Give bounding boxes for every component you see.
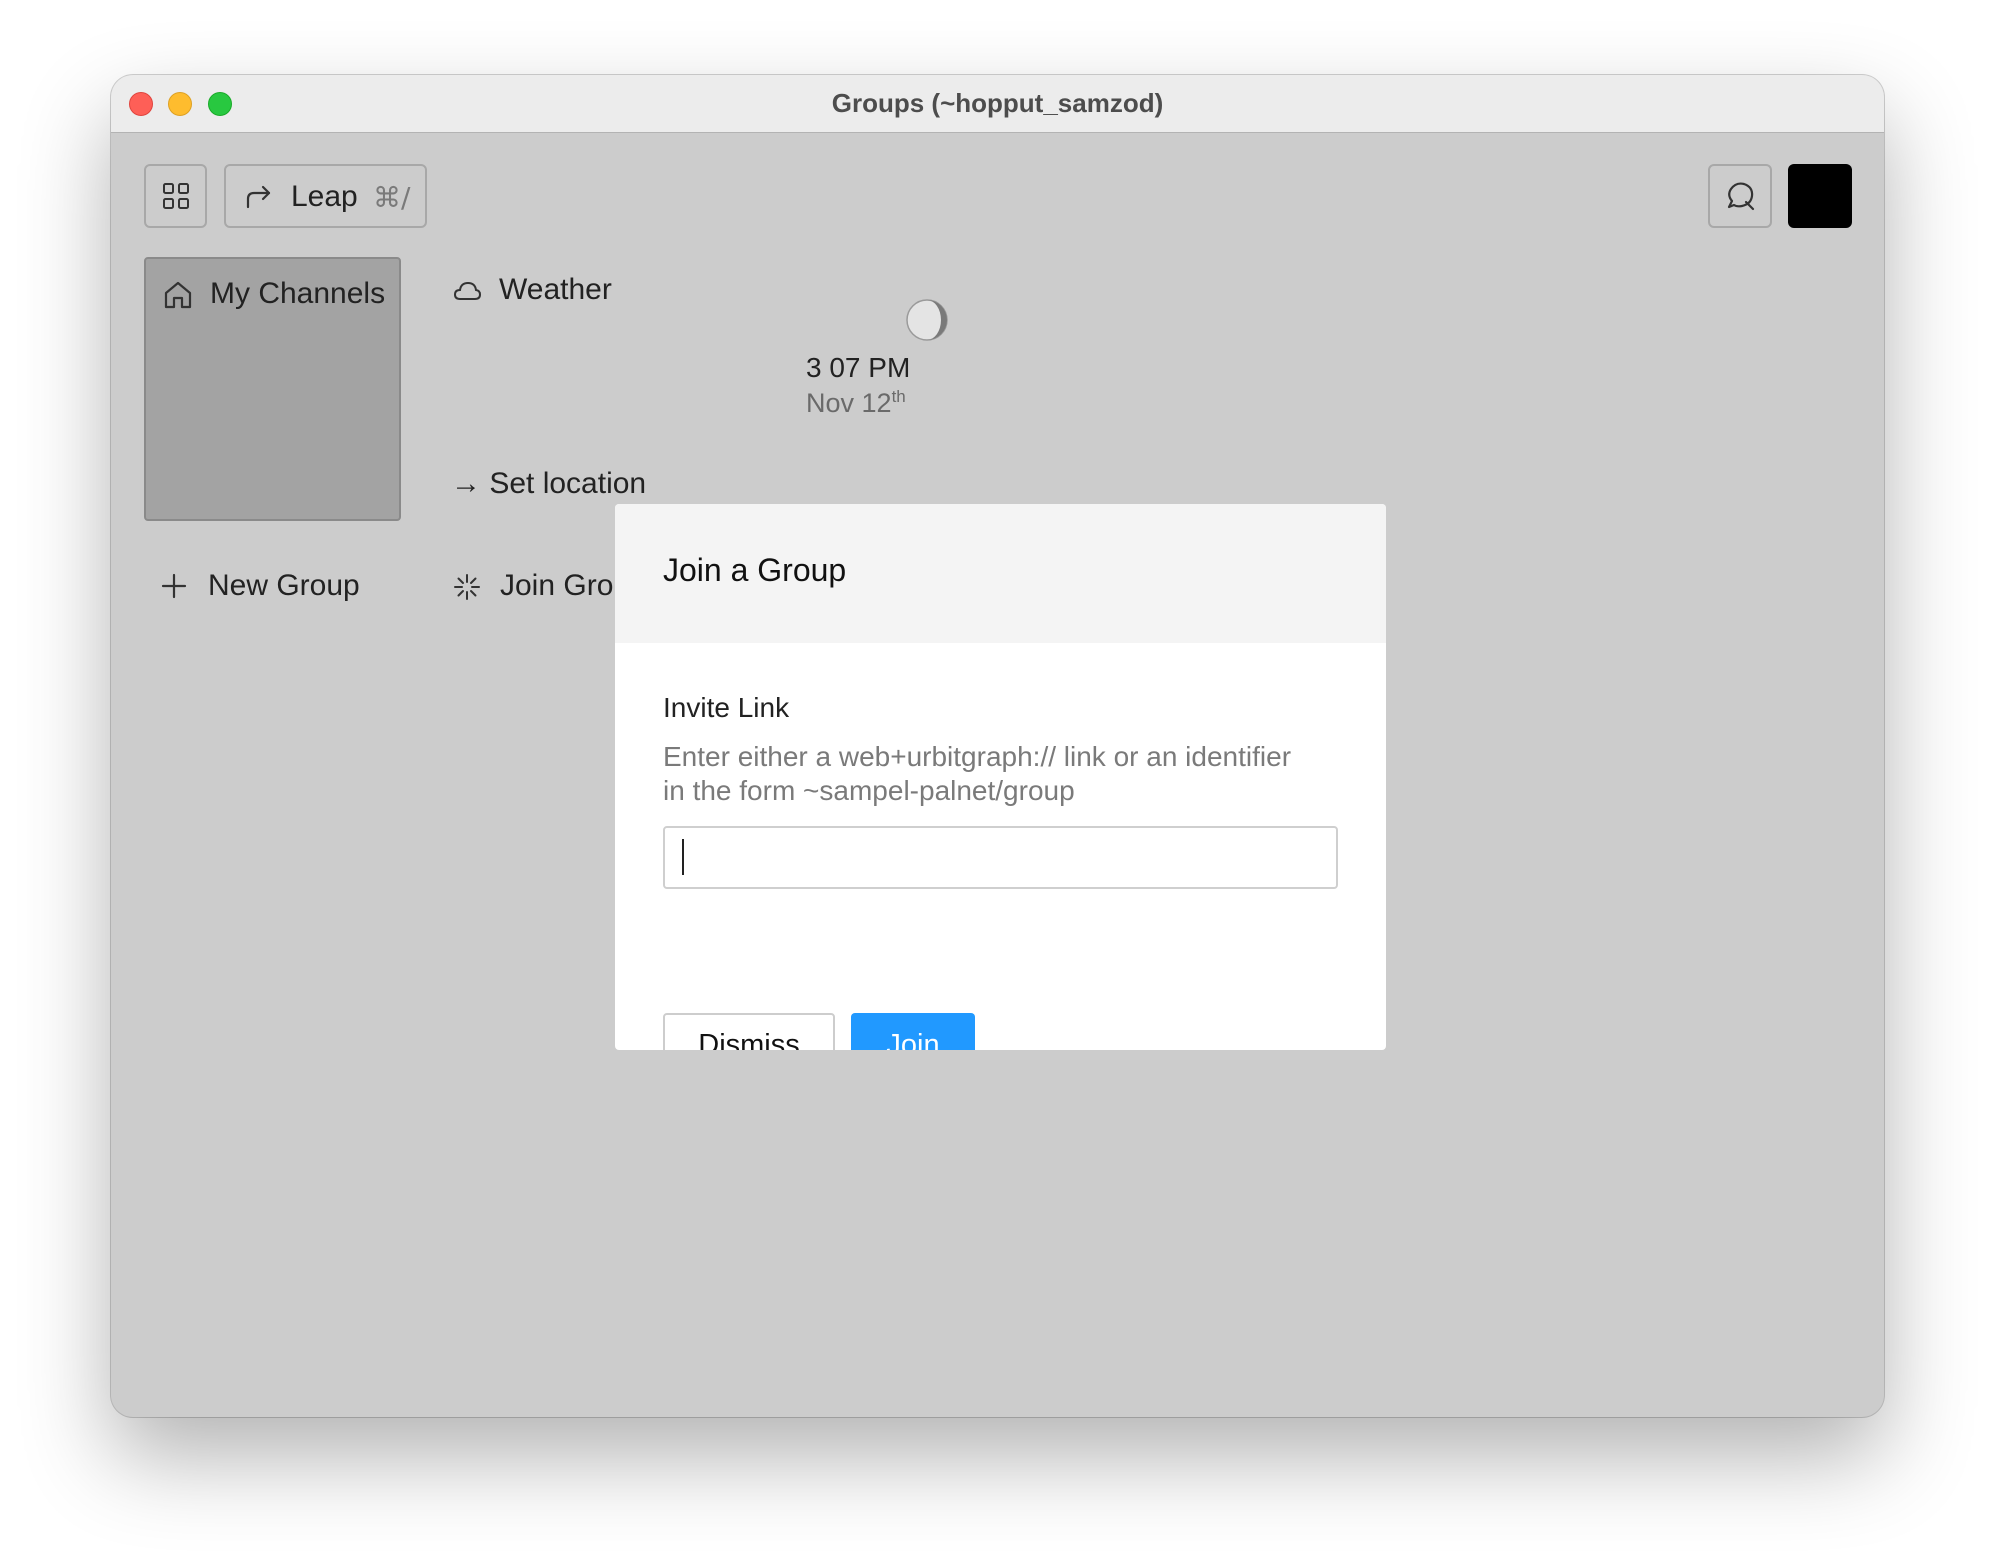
my-channels-label: My Channels <box>210 277 386 310</box>
weather-label: Weather <box>499 273 612 306</box>
window-title: Groups (~hopput_samzod) <box>831 88 1164 118</box>
new-group-button[interactable]: New Group <box>208 569 360 603</box>
join-button[interactable]: Join <box>851 1013 975 1050</box>
weather-date: Nov 12th <box>806 387 906 419</box>
leap-label: Leap <box>291 180 358 213</box>
app-window: Groups (~hopput_samzod) Leap ⌘/ My Chann… <box>111 75 1884 1417</box>
moon-icon <box>906 299 948 341</box>
notifications-button[interactable] <box>1708 164 1772 228</box>
cloud-icon <box>453 281 481 300</box>
grid-icon <box>163 183 189 209</box>
leap-shortcut: ⌘/ <box>373 181 411 214</box>
invite-link-input[interactable] <box>663 826 1338 889</box>
invite-link-label: Invite Link <box>663 692 790 723</box>
dialog-header: Join a Group <box>615 504 1386 643</box>
sparkle-icon <box>454 574 480 600</box>
invite-link-help: Enter either a web+urbitgraph:// link or… <box>663 741 1292 806</box>
notification-icon <box>1727 182 1755 211</box>
leap-button[interactable]: Leap ⌘/ <box>224 164 427 228</box>
my-channels-tile[interactable]: My Channels <box>144 257 401 521</box>
weather-date-suffix: th <box>891 387 906 406</box>
join-group-button[interactable]: Join Group <box>500 569 618 603</box>
plus-icon <box>161 573 187 599</box>
leap-arrow-icon <box>246 185 271 209</box>
dialog-title: Join a Group <box>663 552 847 588</box>
apps-grid-button[interactable] <box>144 164 207 228</box>
title-bar: Groups (~hopput_samzod) <box>111 75 1884 133</box>
join-group-dialog: Join a Group Invite Link Enter either a … <box>615 504 1386 1050</box>
text-cursor <box>682 839 684 875</box>
weather-time: 3 07 PM <box>806 352 911 383</box>
set-location-link[interactable]: → Set location <box>451 467 646 501</box>
home-icon <box>164 281 192 309</box>
dismiss-button[interactable]: Dismiss <box>663 1013 835 1050</box>
avatar[interactable] <box>1788 164 1852 228</box>
weather-date-day: Nov 12 <box>806 388 892 418</box>
